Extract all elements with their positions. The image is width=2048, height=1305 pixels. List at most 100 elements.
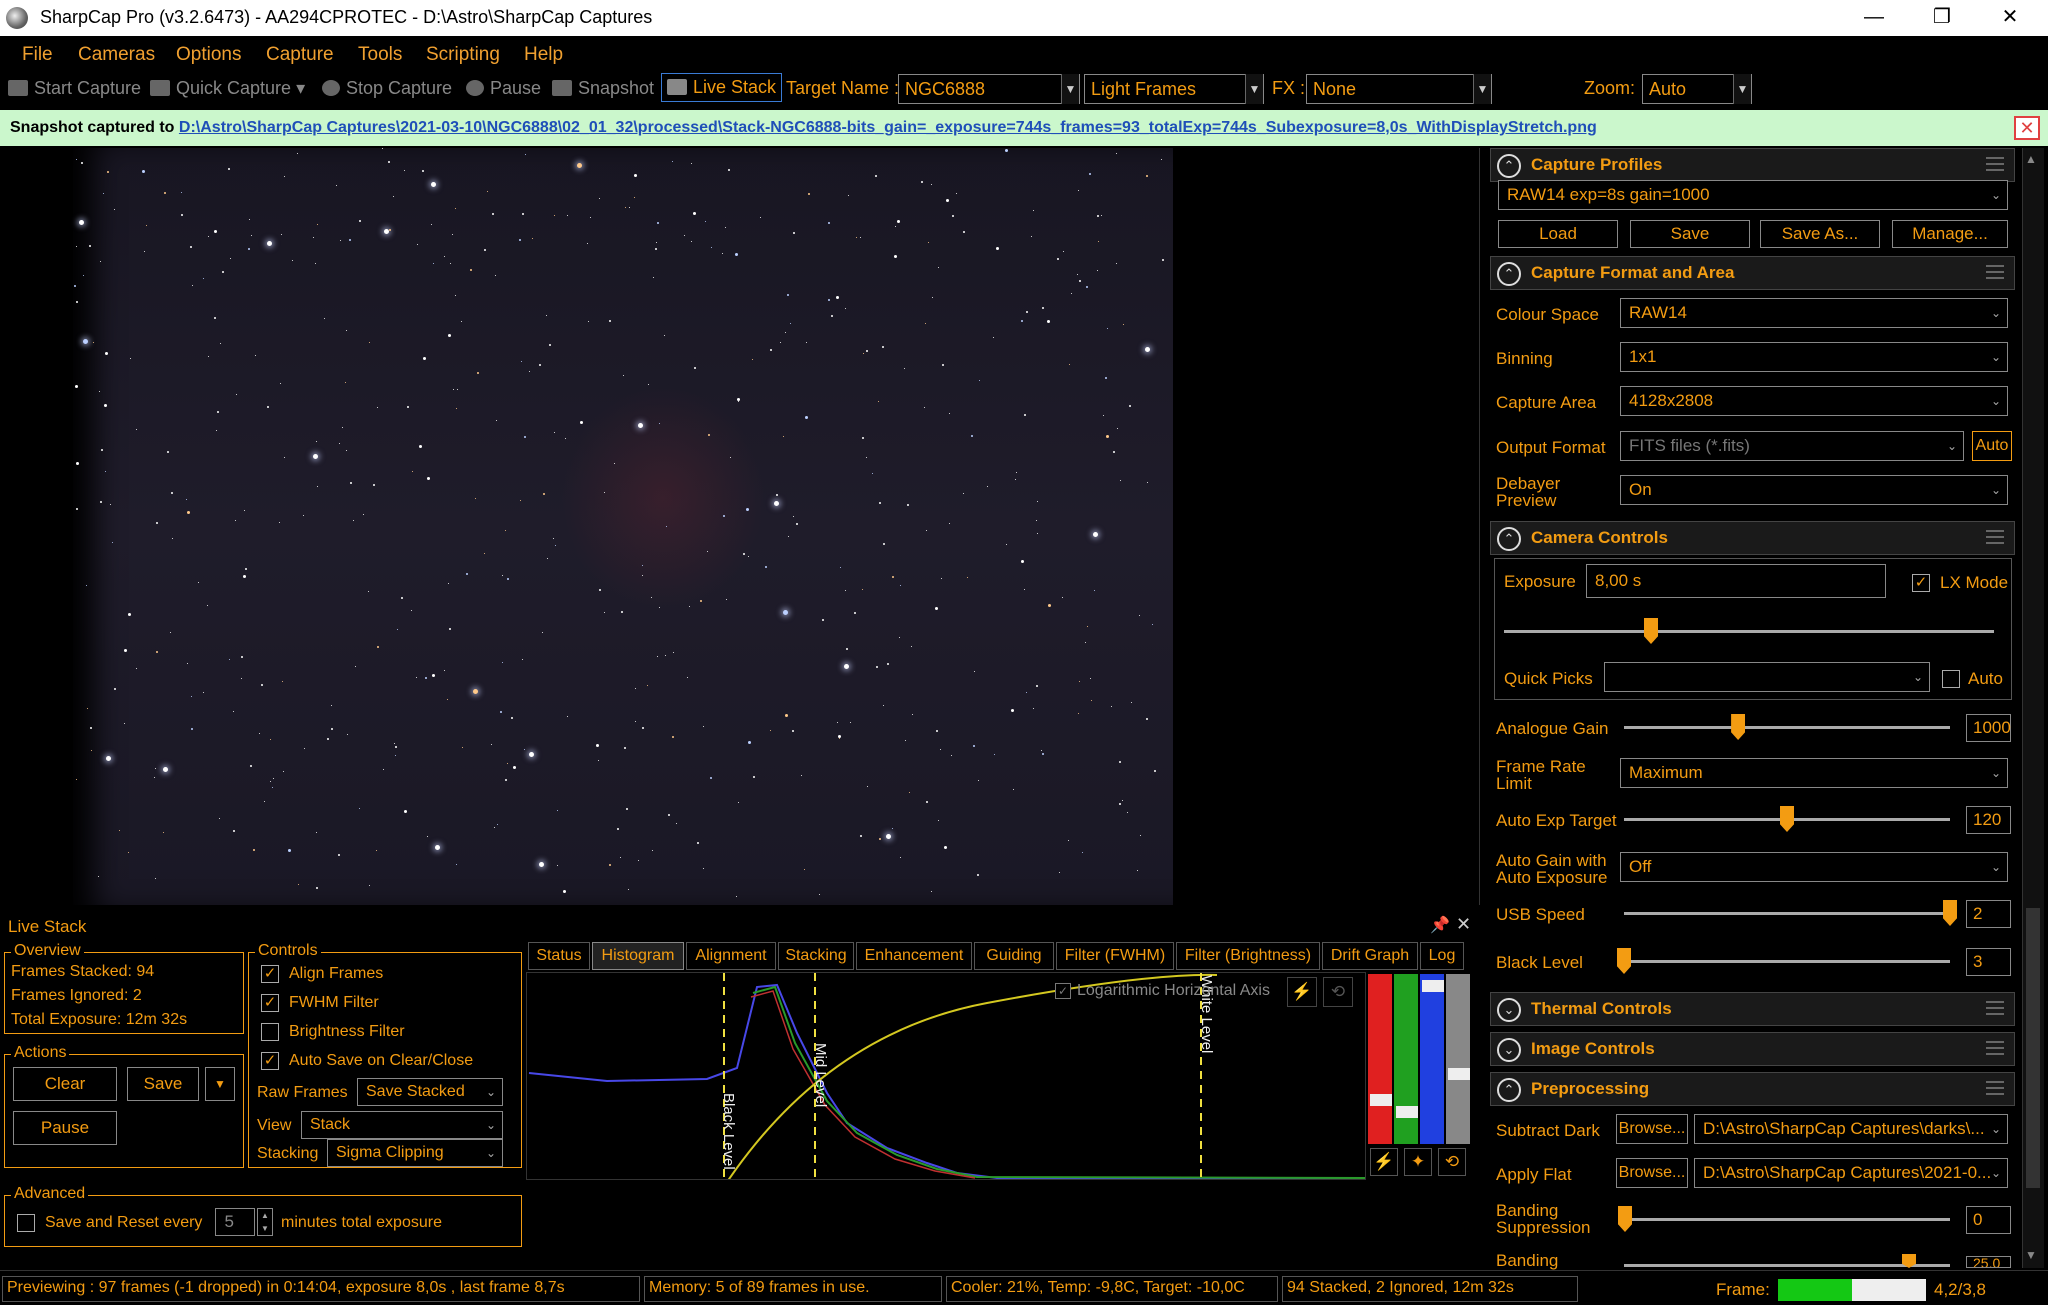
black-level-slider-track[interactable]	[1624, 960, 1950, 963]
pause-button[interactable]: Pause	[462, 76, 545, 101]
minutes-spinner[interactable]: ▲ ▼	[257, 1208, 273, 1236]
expand-icon[interactable]: ⌄	[1497, 998, 1521, 1022]
channel-sliders[interactable]: ⚡ ✦ ⟲	[1366, 972, 1476, 1180]
tab-histogram[interactable]: Histogram	[592, 942, 684, 970]
log-axis-checkbox[interactable]: ✓	[1055, 983, 1071, 999]
green-slider-handle[interactable]	[1396, 1106, 1418, 1118]
tab-drift-graph[interactable]: Drift Graph	[1322, 942, 1418, 970]
tab-filter-fwhm[interactable]: Filter (FWHM)	[1056, 942, 1174, 970]
raw-frames-select[interactable]: Save Stacked ⌄	[357, 1078, 503, 1106]
usb-speed-slider-track[interactable]	[1624, 912, 1950, 915]
notification-path-link[interactable]: D:\Astro\SharpCap Captures\2021-03-10\NG…	[179, 119, 1597, 136]
target-name-dropdown[interactable]: ▼	[1061, 74, 1079, 104]
view-select[interactable]: Stack ⌄	[301, 1111, 503, 1139]
hamburger-icon[interactable]	[1986, 1081, 2004, 1095]
hamburger-icon[interactable]	[1986, 157, 2004, 171]
auto-gain-select[interactable]: Off ⌄	[1620, 852, 2008, 882]
section-thermal-controls[interactable]: ⌄ Thermal Controls	[1490, 992, 2015, 1026]
hamburger-icon[interactable]	[1986, 1001, 2004, 1015]
tab-filter-brightness[interactable]: Filter (Brightness)	[1176, 942, 1320, 970]
lightning-icon[interactable]: ⚡	[1370, 1148, 1398, 1176]
save-reset-checkbox[interactable]	[17, 1214, 35, 1232]
stop-capture-button[interactable]: Stop Capture	[318, 76, 456, 101]
tab-log[interactable]: Log	[1420, 942, 1464, 970]
minutes-input[interactable]: 5	[215, 1208, 255, 1236]
clear-button[interactable]: Clear	[13, 1067, 117, 1101]
reset-icon[interactable]: ⟲	[1323, 977, 1353, 1007]
capture-profile-select[interactable]: RAW14 exp=8s gain=1000 ⌄	[1498, 180, 2008, 210]
profile-load-button[interactable]: Load	[1498, 220, 1618, 248]
menu-scripting[interactable]: Scripting	[420, 41, 506, 69]
menu-tools[interactable]: Tools	[352, 41, 408, 69]
collapse-icon[interactable]: ⌃	[1497, 527, 1521, 551]
analogue-gain-slider-handle[interactable]	[1731, 714, 1746, 740]
notification-close-button[interactable]: ✕	[2014, 116, 2040, 140]
banding-suppression-slider-track[interactable]	[1624, 1218, 1950, 1221]
frame-rate-select[interactable]: Maximum ⌄	[1620, 758, 2008, 788]
collapse-icon[interactable]: ⌃	[1497, 1078, 1521, 1102]
hamburger-icon[interactable]	[1986, 265, 2004, 279]
frame-type-dropdown[interactable]: ▼	[1245, 74, 1263, 104]
binning-select[interactable]: 1x1 ⌄	[1620, 342, 2008, 372]
exposure-slider-track[interactable]	[1504, 630, 1994, 633]
capture-area-select[interactable]: 4128x2808 ⌄	[1620, 386, 2008, 416]
output-format-auto-button[interactable]: Auto	[1972, 431, 2012, 461]
subtract-dark-browse-button[interactable]: Browse...	[1616, 1114, 1688, 1144]
fwhm-filter-checkbox[interactable]: ✓	[261, 994, 279, 1012]
banding-suppression-slider-handle[interactable]	[1618, 1206, 1632, 1232]
banding-slider-track[interactable]	[1624, 1264, 1950, 1267]
stack-save-button[interactable]: Save	[127, 1067, 199, 1101]
subtract-dark-select[interactable]: D:\Astro\SharpCap Captures\darks\... ⌄	[1694, 1114, 2008, 1144]
black-level-input[interactable]: 3	[1966, 948, 2011, 976]
auto-exp-slider-handle[interactable]	[1780, 806, 1794, 832]
tab-enhancement[interactable]: Enhancement	[856, 942, 972, 970]
section-preprocessing[interactable]: ⌃ Preprocessing	[1490, 1072, 2015, 1106]
output-format-select[interactable]: FITS files (*.fits) ⌄	[1620, 431, 1964, 461]
reset-stretch-icon[interactable]: ⟲	[1438, 1148, 1466, 1176]
banding-suppression-input[interactable]: 0	[1966, 1206, 2011, 1234]
fx-select[interactable]: None	[1306, 74, 1492, 104]
quick-picks-auto-checkbox[interactable]	[1942, 670, 1960, 688]
lum-slider-handle[interactable]	[1448, 1068, 1470, 1080]
scroll-down-icon[interactable]: ▼	[2025, 1248, 2041, 1262]
scrollbar-thumb[interactable]	[2026, 908, 2040, 1188]
align-frames-checkbox[interactable]: ✓	[261, 965, 279, 983]
stack-pause-button[interactable]: Pause	[13, 1111, 117, 1145]
hamburger-icon[interactable]	[1986, 1041, 2004, 1055]
black-level-slider-handle[interactable]	[1617, 948, 1631, 974]
menu-help[interactable]: Help	[518, 41, 569, 69]
luminance-channel-bar[interactable]	[1446, 974, 1470, 1144]
histogram-area[interactable]: Black Level Mid Level White Level ✓ Loga…	[526, 972, 1366, 1180]
fx-dropdown[interactable]: ▼	[1473, 74, 1491, 104]
save-dropdown-icon[interactable]: ▼	[205, 1067, 235, 1101]
apply-flat-select[interactable]: D:\Astro\SharpCap Captures\2021-0... ⌄	[1694, 1158, 2008, 1188]
analogue-gain-slider-track[interactable]	[1624, 726, 1950, 729]
hamburger-icon[interactable]	[1986, 530, 2004, 544]
expand-icon[interactable]: ⌄	[1497, 1038, 1521, 1062]
red-slider-handle[interactable]	[1370, 1094, 1392, 1106]
right-panel-scrollbar[interactable]: ▲ ▼	[2022, 148, 2044, 1268]
section-image-controls[interactable]: ⌄ Image Controls	[1490, 1032, 2015, 1066]
tab-alignment[interactable]: Alignment	[686, 942, 776, 970]
section-camera-controls[interactable]: ⌃ Camera Controls	[1490, 521, 2015, 555]
colour-space-select[interactable]: RAW14 ⌄	[1620, 298, 2008, 328]
apply-flat-browse-button[interactable]: Browse...	[1616, 1158, 1688, 1188]
auto-save-checkbox[interactable]: ✓	[261, 1052, 279, 1070]
image-viewer[interactable]	[0, 148, 1480, 905]
start-capture-button[interactable]: Start Capture	[4, 76, 145, 101]
minimize-button[interactable]: —	[1840, 0, 1908, 36]
lx-mode-checkbox[interactable]: ✓	[1912, 574, 1930, 592]
brightness-filter-checkbox[interactable]	[261, 1023, 279, 1041]
restore-button[interactable]: ❐	[1908, 0, 1976, 36]
menu-file[interactable]: File	[16, 41, 59, 69]
profile-manage-button[interactable]: Manage...	[1892, 220, 2008, 248]
profile-save-button[interactable]: Save	[1630, 220, 1750, 248]
close-button[interactable]: ✕	[1976, 0, 2044, 36]
menu-cameras[interactable]: Cameras	[72, 41, 161, 69]
menu-capture[interactable]: Capture	[260, 41, 340, 69]
quick-picks-select[interactable]: ⌄	[1604, 662, 1930, 692]
snapshot-button[interactable]: Snapshot	[548, 76, 658, 101]
frame-type-select[interactable]: Light Frames	[1084, 74, 1264, 104]
panel-close-icon[interactable]: ✕	[1456, 914, 1471, 935]
live-stack-button[interactable]: Live Stack	[661, 73, 783, 102]
